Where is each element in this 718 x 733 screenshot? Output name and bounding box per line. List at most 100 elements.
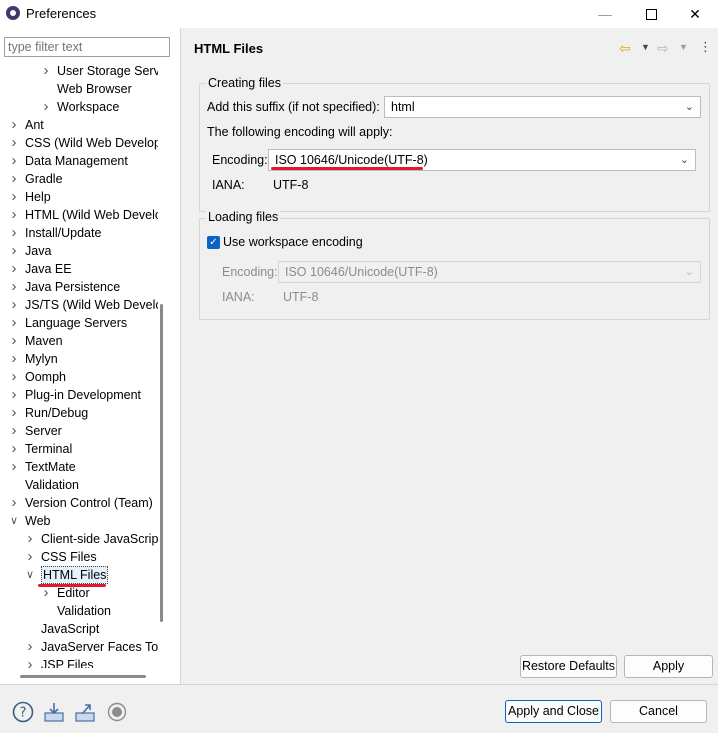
tree-item[interactable]: › Maven	[8, 332, 158, 350]
tree-item[interactable]: Validation	[8, 476, 158, 494]
tree-item[interactable]: › Language Servers	[8, 314, 158, 332]
tree-item[interactable]: › JSP Files	[24, 656, 158, 668]
maximize-button[interactable]	[628, 0, 674, 28]
tree-item[interactable]: › Mylyn	[8, 350, 158, 368]
encoding-highlight-underline	[271, 167, 423, 170]
tree-item[interactable]: › User Storage Service	[40, 62, 159, 80]
chevron-right-icon[interactable]: ›	[8, 494, 20, 512]
chevron-right-icon[interactable]: ›	[8, 260, 20, 278]
tree-item[interactable]: › Version Control (Team)	[8, 494, 158, 512]
tree-item[interactable]: › Java Persistence	[8, 278, 158, 296]
tree-item-label: Help	[25, 190, 51, 204]
chevron-right-icon[interactable]: ›	[40, 62, 52, 80]
tree-item[interactable]: › Java EE	[8, 260, 158, 278]
chevron-right-icon[interactable]: ›	[24, 548, 36, 566]
filter-input[interactable]	[4, 37, 170, 57]
record-icon[interactable]	[106, 701, 128, 723]
chevron-down-icon[interactable]: ∨	[8, 512, 20, 530]
tree-item[interactable]: › Editor	[40, 584, 158, 602]
loading-encoding-label: Encoding:	[222, 265, 278, 279]
chevron-right-icon[interactable]: ›	[8, 278, 20, 296]
chevron-right-icon[interactable]: ›	[8, 170, 20, 188]
export-icon[interactable]	[74, 701, 96, 723]
chevron-right-icon[interactable]: ›	[8, 116, 20, 134]
tree-item[interactable]: › HTML (Wild Web Develo	[8, 206, 159, 224]
tree-item[interactable]: › Java	[8, 242, 158, 260]
chevron-right-icon[interactable]: ›	[8, 332, 20, 350]
tree-item-label: Ant	[25, 118, 44, 132]
tree-item[interactable]: › Gradle	[8, 170, 158, 188]
chevron-right-icon[interactable]: ›	[8, 188, 20, 206]
tree-item[interactable]: ∨ Web	[8, 512, 158, 530]
tree-item[interactable]: › JavaServer Faces Too	[24, 638, 159, 656]
chevron-right-icon[interactable]: ›	[8, 152, 20, 170]
tree-item[interactable]: › TextMate	[8, 458, 158, 476]
tree-vertical-scrollbar[interactable]	[160, 304, 163, 622]
encoding-value: ISO 10646/Unicode(UTF-8)	[275, 153, 428, 167]
import-icon[interactable]	[43, 701, 65, 723]
forward-menu-icon[interactable]: ▼	[679, 42, 688, 52]
close-button[interactable]: ✕	[672, 0, 718, 28]
chevron-right-icon[interactable]: ›	[24, 638, 36, 656]
encoding-label: Encoding:	[212, 153, 268, 167]
suffix-combo[interactable]: html ⌄	[384, 96, 701, 118]
chevron-right-icon[interactable]: ›	[24, 656, 36, 668]
tree-item[interactable]: › Ant	[8, 116, 158, 134]
forward-arrow-icon[interactable]: ⇨	[657, 40, 669, 57]
loading-iana-value: UTF-8	[283, 290, 319, 304]
maximize-icon	[645, 8, 657, 20]
view-menu-icon[interactable]: ⋮	[699, 39, 712, 55]
workspace-encoding-checkbox[interactable]: ✓	[207, 236, 220, 249]
chevron-right-icon[interactable]: ›	[8, 134, 20, 152]
chevron-right-icon[interactable]: ›	[8, 368, 20, 386]
tree-item-label: Language Servers	[25, 316, 128, 330]
tree-item[interactable]: › Terminal	[8, 440, 158, 458]
tree-item[interactable]: › Workspace	[40, 98, 158, 116]
back-arrow-icon[interactable]: ⇦	[619, 40, 631, 57]
tree-item[interactable]: › Install/Update	[8, 224, 158, 242]
tree-item[interactable]: › Plug-in Development	[8, 386, 158, 404]
tree-item[interactable]: Validation	[40, 602, 158, 620]
back-menu-icon[interactable]: ▼	[641, 42, 650, 52]
chevron-right-icon[interactable]: ›	[8, 386, 20, 404]
tree-item[interactable]: › Client-side JavaScript	[24, 530, 159, 548]
chevron-right-icon[interactable]: ›	[8, 314, 20, 332]
chevron-right-icon[interactable]: ›	[8, 422, 20, 440]
preferences-sidebar: › User Storage Service Web Browser › Workspa…	[0, 28, 180, 684]
tree-item-label: Editor	[57, 586, 90, 600]
tree-item[interactable]: JavaScript	[24, 620, 158, 638]
tree-item[interactable]: › Server	[8, 422, 158, 440]
tree-item[interactable]: Web Browser	[40, 80, 158, 98]
tree-item[interactable]: › Oomph	[8, 368, 158, 386]
chevron-down-icon[interactable]: ∨	[24, 566, 36, 584]
chevron-right-icon[interactable]: ›	[8, 440, 20, 458]
chevron-right-icon[interactable]: ›	[8, 206, 20, 224]
restore-defaults-button[interactable]: Restore Defaults	[520, 655, 617, 678]
tree-item[interactable]: › Help	[8, 188, 158, 206]
chevron-right-icon[interactable]: ›	[40, 584, 52, 602]
minimize-button[interactable]: —	[582, 0, 628, 28]
help-icon[interactable]: ?	[12, 701, 34, 723]
chevron-right-icon[interactable]: ›	[8, 224, 20, 242]
chevron-right-icon[interactable]: ›	[8, 350, 20, 368]
chevron-right-icon[interactable]: ›	[8, 296, 20, 314]
tree-horizontal-scrollbar[interactable]	[20, 675, 146, 678]
tree-item[interactable]: › Run/Debug	[8, 404, 158, 422]
chevron-right-icon[interactable]: ›	[8, 242, 20, 260]
tree-item[interactable]: › Data Management	[8, 152, 158, 170]
chevron-right-icon[interactable]: ›	[8, 458, 20, 476]
chevron-right-icon[interactable]: ›	[24, 530, 36, 548]
tree-item[interactable]: › CSS Files	[24, 548, 158, 566]
apply-button[interactable]: Apply	[624, 655, 713, 678]
chevron-right-icon[interactable]: ›	[8, 404, 20, 422]
tree-item[interactable]: ∨ HTML Files	[24, 566, 158, 587]
chevron-right-icon[interactable]: ›	[40, 98, 52, 116]
workspace-encoding-label[interactable]: Use workspace encoding	[223, 235, 363, 249]
iana-label: IANA:	[212, 178, 245, 192]
tree-item[interactable]: › CSS (Wild Web Develop	[8, 134, 159, 152]
cancel-button[interactable]: Cancel	[610, 700, 707, 723]
apply-and-close-button[interactable]: Apply and Close	[505, 700, 602, 723]
tree-item[interactable]: › JS/TS (Wild Web Develo	[8, 296, 159, 314]
